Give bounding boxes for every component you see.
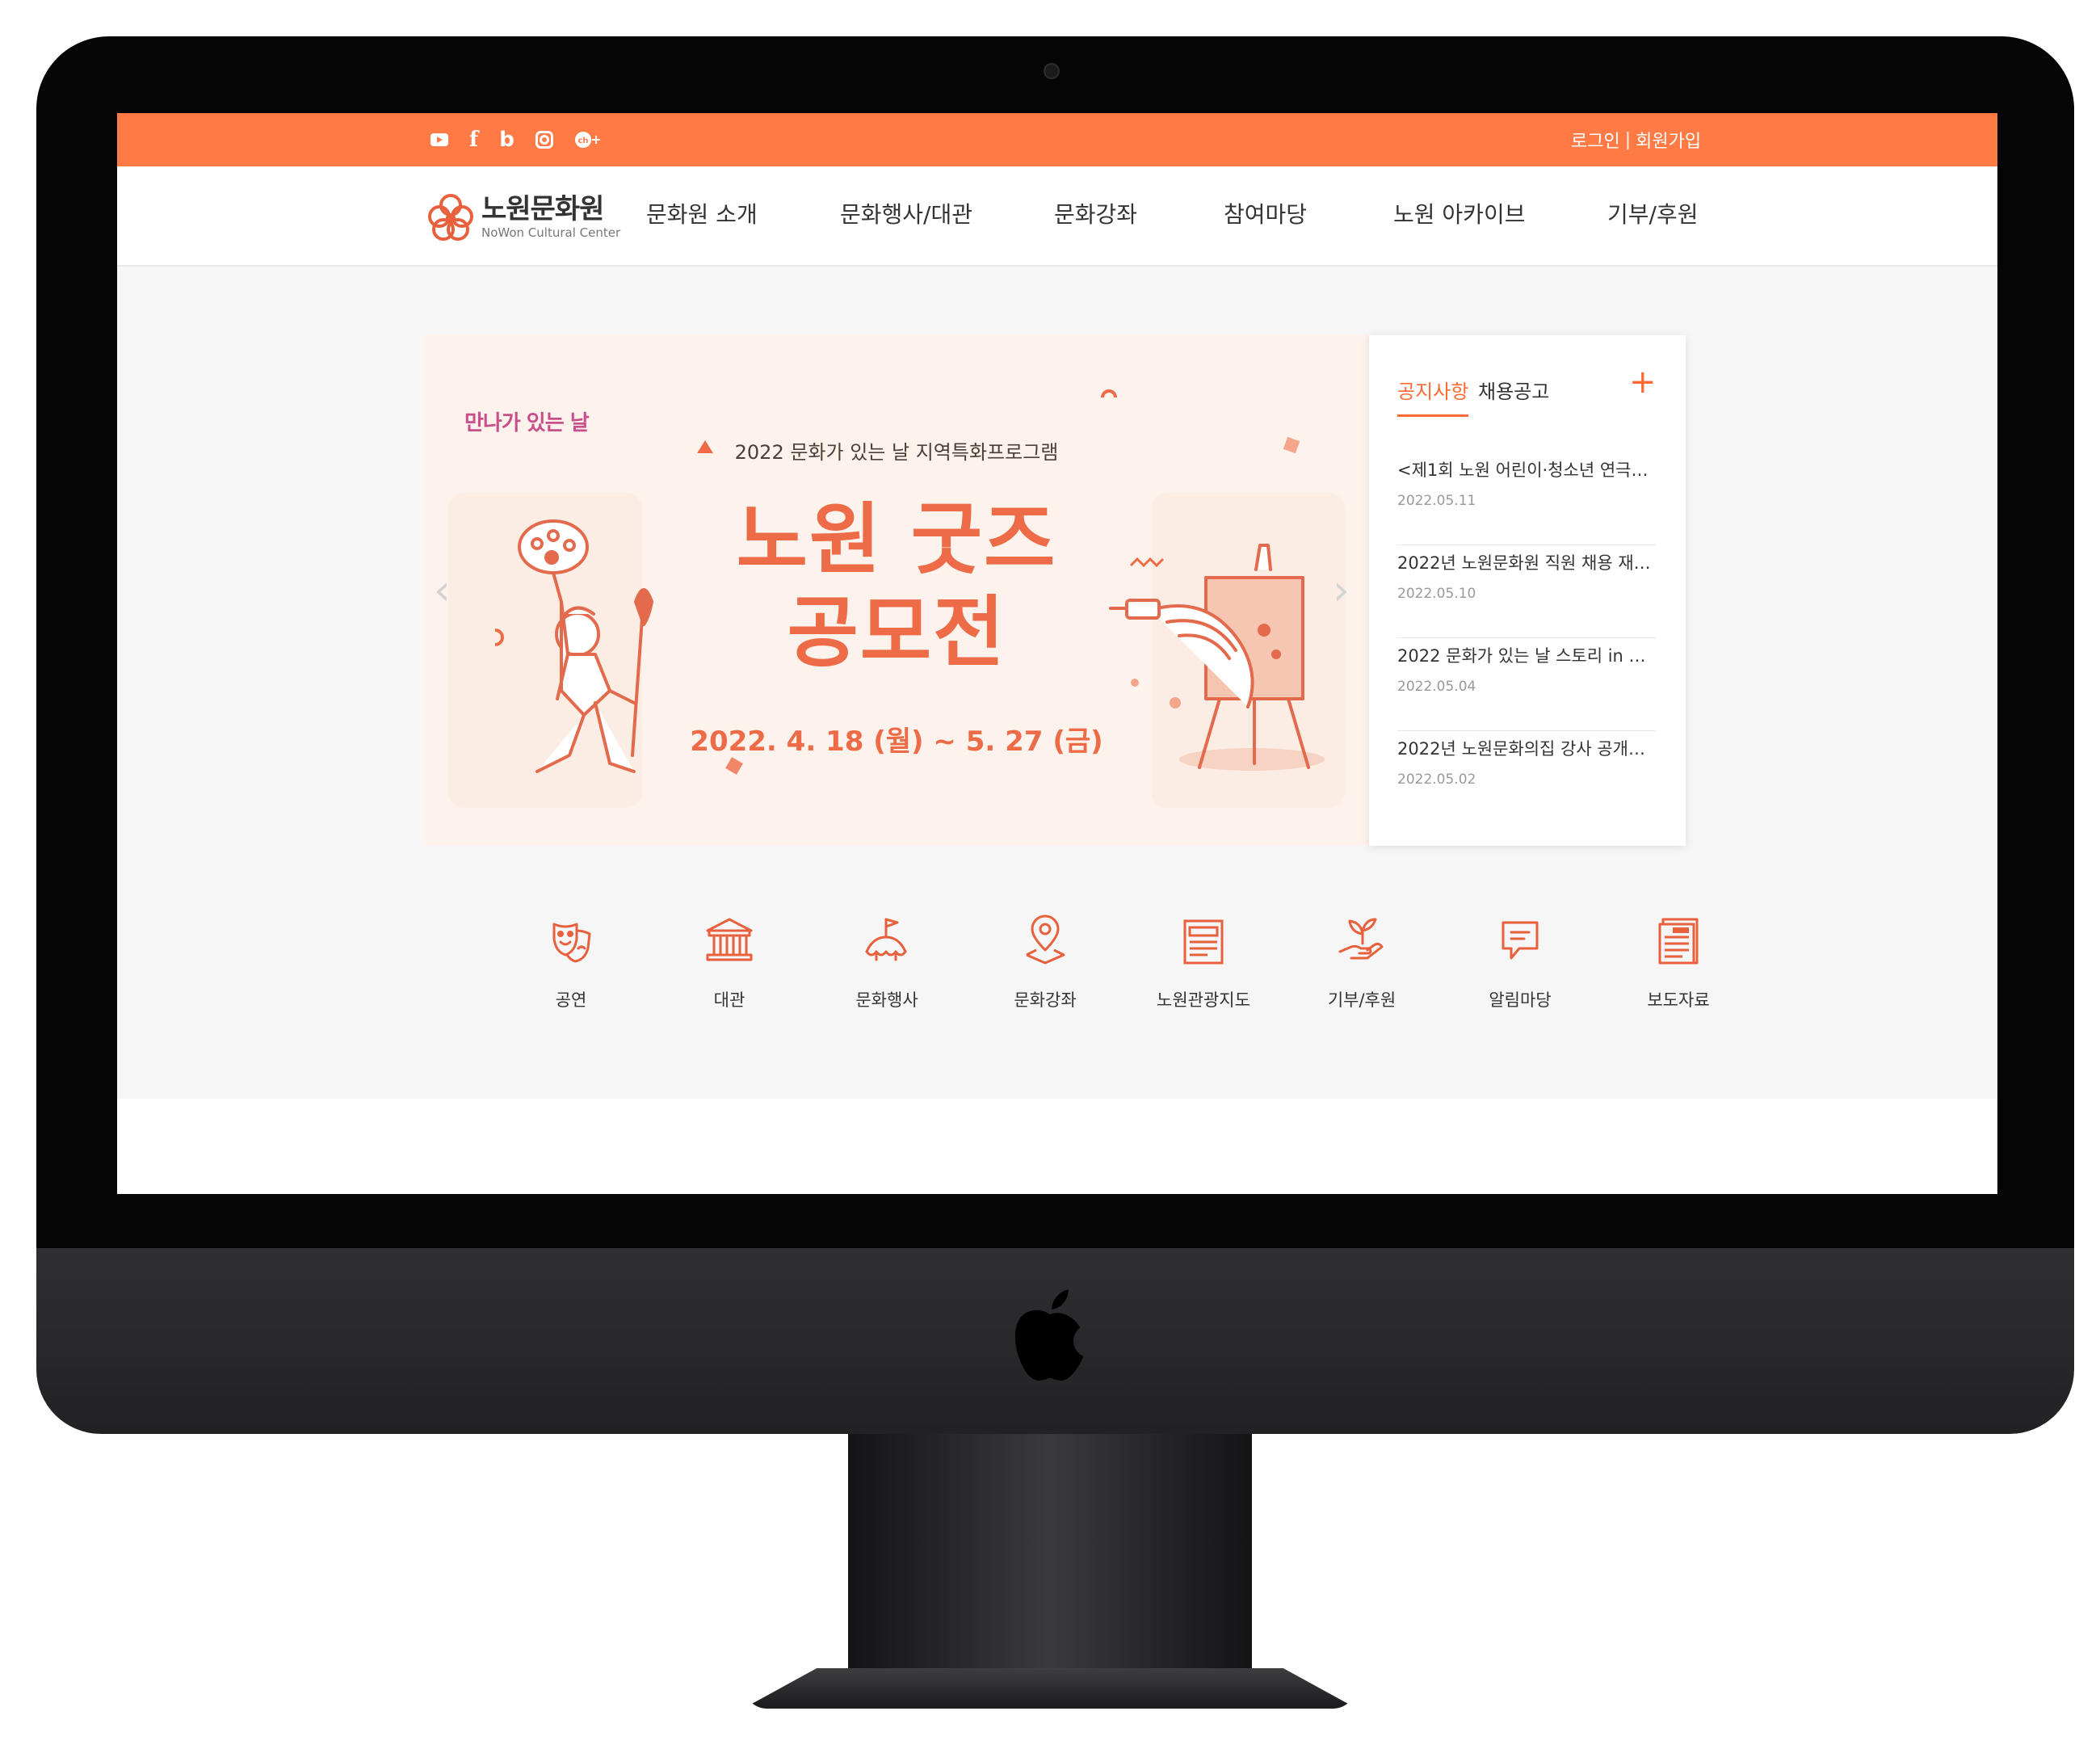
auth-links: 로그인 | 회원가입 — [1571, 126, 1701, 153]
banner-next-arrow-icon[interactable]: › — [1333, 570, 1350, 612]
quick-link-label: 알림마당 — [1489, 990, 1552, 1010]
plus-friend-icon[interactable]: ch + — [574, 128, 602, 152]
top-utility-bar: f b ch + 로그인 | 회원가입 — [117, 113, 1997, 166]
nav-participation[interactable]: 참여마당 — [1224, 197, 1307, 229]
youtube-icon[interactable] — [430, 128, 448, 152]
quick-link-label: 노원관광지도 — [1157, 990, 1250, 1010]
notice-item[interactable]: 2022년 노원문화의집 강사 공개모집 2022.05.02 — [1397, 731, 1656, 823]
banner-tag-logo: 만나가 있는 날 — [464, 411, 590, 435]
instagram-icon[interactable] — [535, 128, 553, 152]
quick-link-label: 기부/후원 — [1327, 990, 1396, 1010]
nav-events-rental[interactable]: 문화행사/대관 — [840, 197, 972, 229]
hand-plant-icon — [1338, 918, 1384, 960]
svg-text:ch: ch — [578, 137, 588, 145]
main-banner[interactable]: 만나가 있는 날 2022 문화가 있는 날 지역특화프로그램 노원 굿즈 공모… — [424, 335, 1369, 846]
notice-date: 2022.05.02 — [1397, 771, 1476, 788]
notice-title: <제1회 노원 어린이·청소년 연극제> 참가팀 모집 — [1397, 460, 1656, 480]
quick-link-events[interactable]: 문화행사 — [818, 913, 956, 1011]
monitor-stand-foot — [743, 1668, 1357, 1709]
notice-title: 2022년 노원문화원 직원 채용 재공고 — [1397, 553, 1656, 573]
login-link[interactable]: 로그인 — [1571, 127, 1620, 153]
notice-list: <제1회 노원 어린이·청소년 연극제> 참가팀 모집 2022.05.11 2… — [1397, 452, 1656, 823]
map-document-icon — [1183, 919, 1224, 965]
notice-date: 2022.05.10 — [1397, 586, 1476, 602]
monitor-stand-neck — [848, 1434, 1252, 1701]
blog-icon[interactable]: b — [499, 128, 514, 152]
notice-date: 2022.05.11 — [1397, 493, 1476, 509]
sns-links: f b ch + — [430, 128, 602, 152]
nav-donation[interactable]: 기부/후원 — [1607, 197, 1698, 229]
newspaper-icon — [1658, 918, 1699, 965]
theater-mask-icon — [552, 923, 591, 963]
speech-bubble-icon — [1502, 921, 1539, 960]
main-content: 만나가 있는 날 2022 문화가 있는 날 지역특화프로그램 노원 굿즈 공모… — [117, 267, 1997, 1099]
banner-title-line2: 공모전 — [787, 587, 1006, 678]
tab-recruitment[interactable]: 채용공고 — [1478, 376, 1549, 404]
quick-link-rental[interactable]: 대관 — [661, 913, 798, 1011]
event-tent-icon — [865, 918, 907, 961]
site-logo[interactable]: 노원문화원 NoWon Cultural Center — [428, 191, 620, 244]
quick-link-courses[interactable]: 문화강좌 — [976, 913, 1114, 1011]
facebook-icon[interactable]: f — [469, 128, 478, 152]
location-pin-icon — [1026, 914, 1065, 965]
nav-about[interactable]: 문화원 소개 — [646, 197, 758, 229]
browser-screen: f b ch + 로그인 | 회원가입 노원문화원 NoWon Cultural… — [117, 113, 1997, 1194]
main-header: 노원문화원 NoWon Cultural Center 문화원 소개 문화행사/… — [117, 166, 1997, 267]
quick-link-label: 대관 — [713, 990, 746, 1010]
nav-archive[interactable]: 노원 아카이브 — [1393, 197, 1525, 229]
quick-link-donation[interactable]: 기부/후원 — [1293, 913, 1430, 1011]
building-columns-icon — [706, 918, 753, 961]
logo-korean: 노원문화원 — [481, 193, 604, 225]
banner-prev-arrow-icon[interactable]: ‹ — [434, 570, 451, 612]
notice-title: 2022 문화가 있는 날 스토리 in 노원 <노원 굿즈 공모전> — [1397, 646, 1656, 666]
quick-link-label: 보도자료 — [1647, 990, 1710, 1010]
nav-courses[interactable]: 문화강좌 — [1054, 197, 1137, 229]
quick-link-press[interactable]: 보도자료 — [1610, 913, 1747, 1011]
banner-date: 2022. 4. 18 (월) ~ 5. 27 (금) — [690, 725, 1103, 758]
notice-item[interactable]: <제1회 노원 어린이·청소년 연극제> 참가팀 모집 2022.05.11 — [1397, 452, 1656, 545]
quick-link-announcements[interactable]: 알림마당 — [1451, 913, 1589, 1011]
quick-link-label: 문화행사 — [855, 990, 918, 1010]
notice-date: 2022.05.04 — [1397, 679, 1476, 695]
quick-link-tour-map[interactable]: 노원관광지도 — [1135, 913, 1272, 1011]
auth-separator: | — [1624, 129, 1632, 150]
banner-subtitle: 2022 문화가 있는 날 지역특화프로그램 — [734, 441, 1059, 464]
notice-item[interactable]: 2022년 노원문화원 직원 채용 재공고 2022.05.10 — [1397, 545, 1656, 638]
camera-icon — [1044, 63, 1060, 79]
flower-logo-icon — [428, 194, 473, 241]
logo-english: NoWon Cultural Center — [481, 225, 621, 240]
notice-more-icon[interactable]: + — [1629, 364, 1657, 400]
svg-text:+: + — [590, 132, 601, 147]
notice-title: 2022년 노원문화의집 강사 공개모집 — [1397, 739, 1656, 759]
notice-panel: 공지사항 채용공고 + <제1회 노원 어린이·청소년 연극제> 참가팀 모집 … — [1369, 335, 1686, 846]
notice-item[interactable]: 2022 문화가 있는 날 스토리 in 노원 <노원 굿즈 공모전> 2022… — [1397, 638, 1656, 731]
tab-notice[interactable]: 공지사항 — [1397, 376, 1469, 417]
quick-link-performance[interactable]: 공연 — [502, 913, 640, 1011]
apple-logo-icon — [1014, 1289, 1084, 1381]
quick-link-label: 문화강좌 — [1014, 990, 1077, 1010]
quick-link-label: 공연 — [555, 990, 587, 1010]
signup-link[interactable]: 회원가입 — [1636, 127, 1701, 153]
